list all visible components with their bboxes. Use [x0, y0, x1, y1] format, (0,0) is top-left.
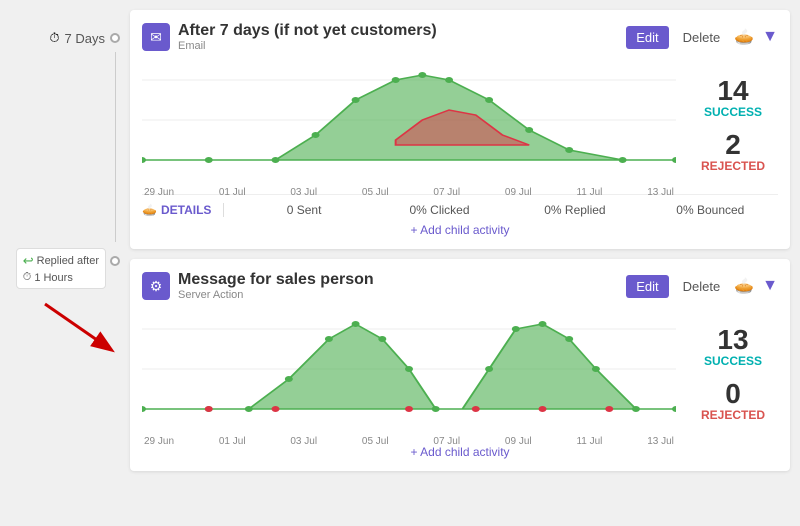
- card2-success-count: 13: [688, 326, 778, 354]
- card2-rejected-label: REJECTED: [688, 408, 778, 422]
- card2-edit-button[interactable]: Edit: [626, 275, 668, 298]
- card1-rejected-count: 2: [688, 131, 778, 159]
- clock-icon: ⏱: [49, 30, 59, 46]
- card1-pie-icon[interactable]: 🥧: [734, 27, 754, 47]
- card1-chart-labels: 29 Jun01 Jul03 Jul05 Jul 07 Jul09 Jul11 …: [142, 187, 676, 198]
- card1-title: After 7 days (if not yet customers): [178, 22, 618, 40]
- days-label: 7 Days: [65, 31, 105, 46]
- reply-icon: ↩: [23, 253, 34, 269]
- activity-card-2: ⚙ Message for sales person Server Action…: [130, 259, 790, 471]
- content-area: ✉ After 7 days (if not yet customers) Em…: [130, 10, 790, 516]
- card1-filter-icon[interactable]: ▼: [762, 28, 778, 46]
- node-dot-1: [110, 33, 120, 43]
- hours-clock-icon: ⏱: [23, 271, 32, 284]
- card2-chart-labels: 29 Jun01 Jul03 Jul05 Jul 07 Jul09 Jul11 …: [142, 436, 676, 447]
- details-pie-icon: 🥧: [142, 203, 157, 217]
- card2-title: Message for sales person: [178, 271, 618, 289]
- card2-pie-icon[interactable]: 🥧: [734, 276, 754, 296]
- card1-success-count: 14: [688, 77, 778, 105]
- red-arrow: [40, 299, 120, 364]
- card2-success-label: SUCCESS: [688, 354, 778, 368]
- server-action-icon: ⚙: [142, 272, 170, 300]
- card1-rejected-label: REJECTED: [688, 159, 778, 173]
- card1-edit-button[interactable]: Edit: [626, 26, 668, 49]
- card1-replied[interactable]: 0% Replied: [507, 203, 642, 217]
- card2-chart: 29 Jun01 Jul03 Jul05 Jul 07 Jul09 Jul11 …: [142, 309, 676, 439]
- left-sidebar: ⏱ 7 Days ↩ Replied after ⏱ 1 Hours: [10, 10, 130, 516]
- card2-stats: 13 SUCCESS 0 REJECTED: [688, 309, 778, 439]
- card2-subtitle: Server Action: [178, 289, 618, 301]
- card2-add-child[interactable]: + Add child activity: [142, 445, 778, 459]
- card1-chart: 29 Jun01 Jul03 Jul05 Jul 07 Jul09 Jul11 …: [142, 60, 676, 190]
- replied-after-box: ↩ Replied after ⏱ 1 Hours: [16, 248, 106, 289]
- card2-delete-button[interactable]: Delete: [677, 275, 727, 298]
- card1-details-button[interactable]: 🥧 DETAILS: [142, 203, 224, 217]
- card2-rejected-count: 0: [688, 380, 778, 408]
- node-dot-2: [110, 256, 120, 266]
- card1-success-label: SUCCESS: [688, 105, 778, 119]
- card1-add-child[interactable]: + Add child activity: [142, 223, 778, 237]
- card1-bounced[interactable]: 0% Bounced: [643, 203, 778, 217]
- card2-filter-icon[interactable]: ▼: [762, 277, 778, 295]
- card1-sent[interactable]: 0 Sent: [236, 203, 371, 217]
- card1-subtitle: Email: [178, 40, 618, 52]
- card1-delete-button[interactable]: Delete: [677, 26, 727, 49]
- card1-stats: 14 SUCCESS 2 REJECTED: [688, 60, 778, 190]
- card1-clicked[interactable]: 0% Clicked: [372, 203, 507, 217]
- activity-card-1: ✉ After 7 days (if not yet customers) Em…: [130, 10, 790, 249]
- email-icon: ✉: [142, 23, 170, 51]
